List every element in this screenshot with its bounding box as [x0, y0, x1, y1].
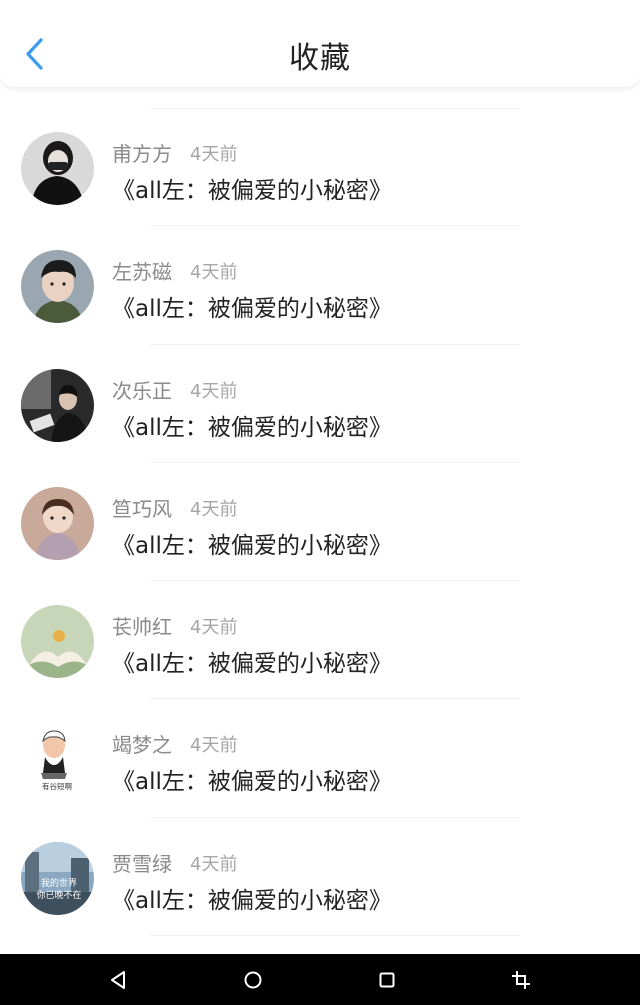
nav-screenshot-button[interactable] [508, 967, 534, 993]
timestamp: 4天前 [190, 380, 238, 402]
author-name[interactable]: 甫方方 [112, 138, 172, 167]
timestamp: 4天前 [190, 262, 238, 284]
home-circle-icon [244, 971, 262, 989]
list-item[interactable]: 笪巧风 4天前 《all左：被偏爱的小秘密》 [0, 463, 640, 582]
timestamp: 4天前 [190, 617, 238, 639]
book-title[interactable]: 《all左：被偏爱的小秘密》 [112, 644, 392, 678]
avatar[interactable] [21, 486, 94, 560]
favorites-list: 甫方方 4天前 《all左：被偏爱的小秘密》 左苏磁 4天前 《all左：被偏爱… [0, 108, 640, 937]
top-bar: 收藏 [0, 0, 640, 88]
author-name[interactable]: 竭梦之 [112, 729, 172, 758]
author-name[interactable]: 笪巧风 [112, 493, 172, 522]
avatar[interactable]: 我的世界 你已晚不在 [21, 841, 94, 915]
timestamp: 4天前 [190, 144, 238, 165]
author-name[interactable]: 次乐正 [112, 375, 172, 404]
timestamp: 4天前 [190, 498, 238, 520]
avatar[interactable] [21, 250, 94, 324]
author-name[interactable]: 贾雪绿 [112, 848, 172, 877]
timestamp: 4天前 [190, 735, 238, 757]
avatar-caption: 有谷短啊 [42, 781, 72, 791]
book-title[interactable]: 《all左：被偏爱的小秘密》 [112, 289, 392, 323]
screenshot-crop-icon [512, 971, 530, 989]
book-title[interactable]: 《all左：被偏爱的小秘密》 [112, 762, 392, 796]
list-item[interactable]: 我的世界 你已晚不在 贾雪绿 4天前 《all左：被偏爱的小秘密》 [0, 818, 640, 937]
list-item[interactable]: 甫方方 4天前 《all左：被偏爱的小秘密》 [0, 108, 640, 227]
list-item[interactable]: 左苏磁 4天前 《all左：被偏爱的小秘密》 [0, 226, 640, 345]
avatar[interactable] [21, 132, 94, 205]
avatar[interactable] [21, 605, 94, 679]
list-item[interactable]: 有谷短啊 竭梦之 4天前 《all左：被偏爱的小秘密》 [0, 699, 640, 818]
book-title[interactable]: 《all左：被偏爱的小秘密》 [112, 171, 392, 205]
avatar-caption: 你已晚不在 [36, 889, 81, 901]
divider [150, 935, 520, 937]
page-title: 收藏 [289, 41, 351, 76]
avatar-caption: 我的世界 [41, 877, 77, 889]
timestamp: 4天前 [190, 853, 238, 875]
nav-recents-button[interactable] [374, 967, 400, 993]
nav-back-button[interactable] [106, 967, 132, 993]
list-item[interactable]: 次乐正 4天前 《all左：被偏爱的小秘密》 [0, 345, 640, 463]
back-triangle-icon [111, 971, 125, 989]
book-title[interactable]: 《all左：被偏爱的小秘密》 [112, 881, 392, 915]
book-title[interactable]: 《all左：被偏爱的小秘密》 [112, 408, 392, 442]
author-name[interactable]: 苌帅红 [112, 611, 172, 640]
avatar[interactable] [21, 368, 94, 442]
nav-home-button[interactable] [240, 967, 266, 993]
recents-square-icon [379, 972, 395, 988]
book-title[interactable]: 《all左：被偏爱的小秘密》 [112, 526, 392, 560]
author-name[interactable]: 左苏磁 [112, 256, 172, 285]
list-item[interactable]: 苌帅红 4天前 《all左：被偏爱的小秘密》 [0, 581, 640, 700]
avatar[interactable]: 有谷短啊 [21, 723, 94, 797]
system-navigation-bar [0, 954, 640, 1005]
